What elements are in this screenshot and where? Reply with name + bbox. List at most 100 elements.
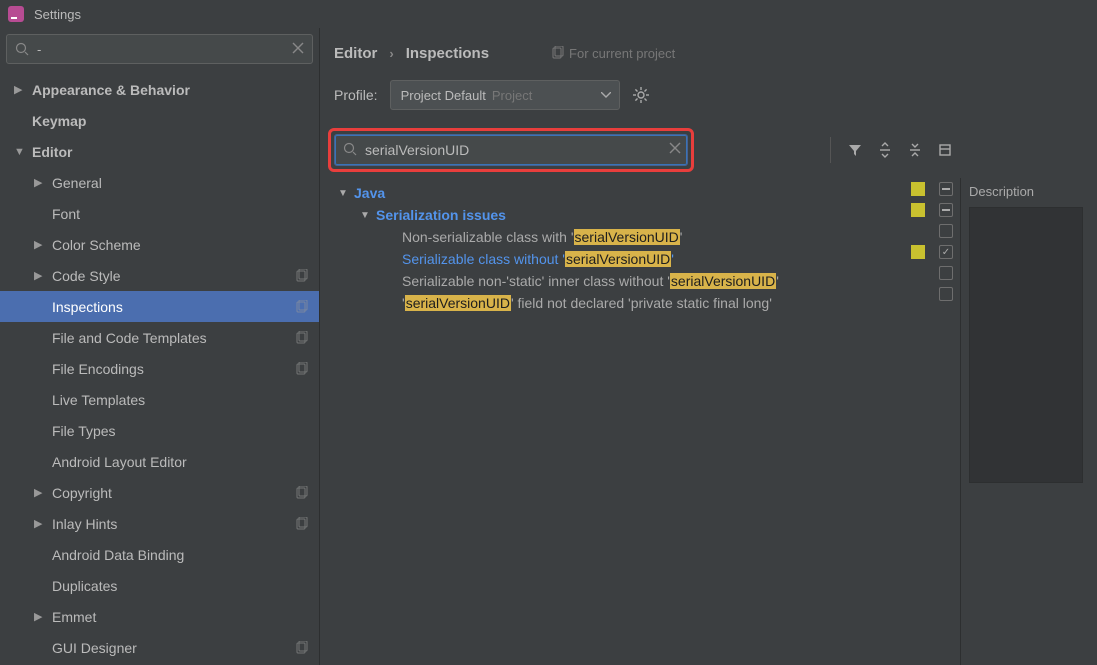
scope-icon xyxy=(295,331,309,345)
checkbox-column xyxy=(932,178,960,665)
sidebar-item-label: Color Scheme xyxy=(52,237,309,253)
sidebar-item-label: GUI Designer xyxy=(52,640,295,656)
sidebar-item[interactable]: Duplicates xyxy=(0,570,319,601)
sidebar-item[interactable]: ▶ Code Style xyxy=(0,260,319,291)
severity-badge xyxy=(911,245,925,259)
breadcrumb-editor[interactable]: Editor xyxy=(334,45,377,62)
search-icon xyxy=(15,42,29,56)
sidebar-search[interactable] xyxy=(6,34,313,64)
sidebar-item[interactable]: ▶Copyright xyxy=(0,477,319,508)
search-icon xyxy=(343,142,357,156)
description-box xyxy=(969,207,1083,483)
sidebar-item-label: Editor xyxy=(32,144,309,160)
sidebar-item[interactable]: Live Templates xyxy=(0,384,319,415)
inspections-tree[interactable]: ▼Java ▼Serialization issues Non-serializ… xyxy=(332,178,904,665)
sidebar-item-label: File Types xyxy=(52,423,309,439)
sidebar-item[interactable]: ▶Emmet xyxy=(0,601,319,632)
expander-icon: ▶ xyxy=(34,176,48,189)
sidebar-item[interactable]: Keymap xyxy=(0,105,319,136)
severity-badge xyxy=(911,224,925,238)
chevron-right-icon: › xyxy=(389,46,393,61)
sidebar-item-label: File Encodings xyxy=(52,361,295,377)
sidebar-item-label: Android Data Binding xyxy=(52,547,309,563)
inspection-row[interactable]: Serializable non-'static' inner class wi… xyxy=(332,270,904,292)
sidebar-item[interactable]: ▶ Color Scheme xyxy=(0,229,319,260)
inspection-checkbox[interactable] xyxy=(939,224,953,238)
settings-sidebar: ▶ Appearance & Behavior Keymap ▼ Editor ▶ Gene… xyxy=(0,28,320,665)
sidebar-item[interactable]: ▶ Appearance & Behavior xyxy=(0,74,319,105)
sidebar-item[interactable]: GUI Designer xyxy=(0,632,319,663)
sidebar-item-label: Duplicates xyxy=(52,578,309,594)
sidebar-item[interactable]: Android Layout Editor xyxy=(0,446,319,477)
profile-dropdown[interactable]: Project Default Project xyxy=(390,80,620,110)
sidebar-item-label: File and Code Templates xyxy=(52,330,295,346)
inspections-search-input[interactable] xyxy=(365,142,659,158)
scope-note: For current project xyxy=(551,46,675,61)
inspection-checkbox[interactable] xyxy=(939,182,953,196)
sidebar-item-label: Font xyxy=(52,206,309,222)
sidebar-item[interactable]: ▶ General xyxy=(0,167,319,198)
sidebar-item-label: General xyxy=(52,175,309,191)
reset-icon[interactable] xyxy=(933,138,957,162)
expander-icon: ▶ xyxy=(34,517,48,530)
sidebar-item-label: Appearance & Behavior xyxy=(32,82,309,98)
scope-icon xyxy=(295,362,309,376)
titlebar: Settings xyxy=(0,0,1097,28)
filter-icon[interactable] xyxy=(843,138,867,162)
sidebar-item[interactable]: Android Data Binding xyxy=(0,539,319,570)
app-icon xyxy=(8,6,24,22)
expander-icon: ▶ xyxy=(34,269,48,282)
inspection-checkbox[interactable] xyxy=(939,203,953,217)
inspection-checkbox[interactable] xyxy=(939,266,953,280)
inspections-search[interactable] xyxy=(334,134,688,166)
expand-all-icon[interactable] xyxy=(873,138,897,162)
sidebar-item-label: Live Templates xyxy=(52,392,309,408)
close-icon[interactable] xyxy=(292,42,304,54)
sidebar-item-label: Inlay Hints xyxy=(52,516,295,532)
sidebar-item-label: Code Style xyxy=(52,268,295,284)
gear-icon[interactable] xyxy=(632,86,650,104)
sidebar-item-label: Keymap xyxy=(32,113,309,129)
settings-tree[interactable]: ▶ Appearance & Behavior Keymap ▼ Editor ▶ Gene… xyxy=(0,70,319,665)
collapse-all-icon[interactable] xyxy=(903,138,927,162)
expander-icon: ▶ xyxy=(34,486,48,499)
sidebar-item[interactable]: ▼ Editor xyxy=(0,136,319,167)
search-highlight xyxy=(328,128,694,172)
profile-label: Profile: xyxy=(334,87,378,103)
inspection-row[interactable]: Non-serializable class with 'serialVersi… xyxy=(332,226,904,248)
profile-value: Project Default xyxy=(401,88,486,103)
expander-icon: ▼ xyxy=(14,146,28,158)
severity-badge xyxy=(911,266,925,280)
main-panel: Editor › Inspections For current project… xyxy=(320,28,1097,665)
sidebar-item-label: Inspections xyxy=(52,299,295,315)
sidebar-item[interactable]: ▶ Inlay Hints xyxy=(0,508,319,539)
inspection-checkbox[interactable] xyxy=(939,245,953,259)
description-panel: Description xyxy=(960,178,1091,665)
inspection-row[interactable]: Serializable class without 'serialVersio… xyxy=(332,248,904,270)
scope-icon xyxy=(295,641,309,655)
expander-icon: ▶ xyxy=(14,83,28,96)
sidebar-search-input[interactable] xyxy=(37,42,284,57)
expander-icon: ▶ xyxy=(34,238,48,251)
inspection-checkbox[interactable] xyxy=(939,287,953,301)
close-icon[interactable] xyxy=(669,142,681,154)
window-title: Settings xyxy=(34,7,81,22)
severity-badge xyxy=(911,182,925,196)
breadcrumb: Editor › Inspections For current project xyxy=(334,38,1091,68)
inspection-row[interactable]: 'serialVersionUID' field not declared 'p… xyxy=(332,292,904,314)
tree-node-java[interactable]: ▼Java xyxy=(332,182,904,204)
sidebar-item[interactable]: Inspections xyxy=(0,291,319,322)
sidebar-item-label: Emmet xyxy=(52,609,309,625)
copy-icon xyxy=(551,46,565,60)
sidebar-item[interactable]: File and Code Templates xyxy=(0,322,319,353)
scope-icon xyxy=(295,300,309,314)
sidebar-item[interactable]: File Encodings xyxy=(0,353,319,384)
sidebar-item[interactable]: Font xyxy=(0,198,319,229)
sidebar-item-label: Android Layout Editor xyxy=(52,454,309,470)
chevron-down-icon xyxy=(601,92,611,98)
tree-node-serialization[interactable]: ▼Serialization issues xyxy=(332,204,904,226)
severity-badge xyxy=(911,203,925,217)
severity-column xyxy=(904,178,932,665)
sidebar-item[interactable]: File Types xyxy=(0,415,319,446)
severity-badge xyxy=(911,287,925,301)
